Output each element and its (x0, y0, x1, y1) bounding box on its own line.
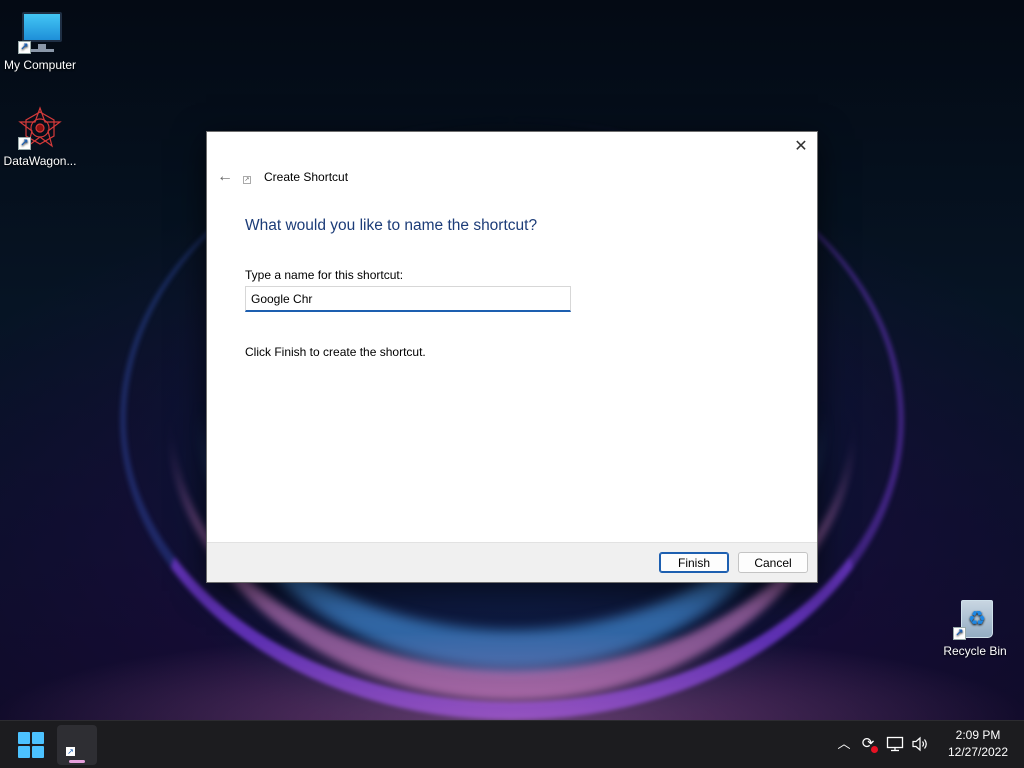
chevron-up-icon[interactable]: ︿ (834, 734, 854, 754)
shortcut-arrow-icon: ↗ (18, 137, 31, 150)
desktop-icon-my-computer[interactable]: ↗ My Computer (0, 10, 80, 72)
taskbar: ↗ ︿ ⟳ 2:09 PM 12/27/2022 (0, 720, 1024, 768)
desktop-icon-label: Recycle Bin (943, 644, 1007, 658)
clock-time: 2:09 PM (955, 728, 1001, 742)
shortcut-arrow-icon: ↗ (66, 747, 75, 756)
sync-icon[interactable]: ⟳ (858, 734, 878, 754)
shortcut-name-input[interactable] (245, 286, 571, 312)
desktop-icon-recycle-bin[interactable]: ♻ ↗ Recycle Bin (935, 596, 1015, 658)
monitor-icon: ↗ (18, 10, 62, 54)
finish-button[interactable]: Finish (659, 552, 729, 573)
cancel-button[interactable]: Cancel (738, 552, 808, 573)
clock-date: 12/27/2022 (947, 745, 1009, 759)
close-button[interactable]: ✕ (785, 132, 817, 160)
create-shortcut-dialog: ✕ ← ↗ Create Shortcut What would you lik… (206, 131, 818, 583)
taskbar-app-create-shortcut[interactable]: ↗ (57, 725, 97, 765)
wizard-title: Create Shortcut (264, 170, 349, 184)
desktop-icon-label: DataWagon... (3, 154, 77, 168)
back-arrow-icon: ← (217, 168, 233, 185)
close-icon: ✕ (794, 138, 808, 155)
windows-start-icon[interactable] (18, 732, 44, 758)
desktop-icon-label: My Computer (3, 58, 77, 72)
desktop-icon-datawagon[interactable]: ↗ DataWagon... (0, 106, 80, 168)
network-icon[interactable] (885, 734, 905, 754)
shortcut-arrow-icon: ↗ (953, 627, 966, 640)
shortcut-wizard-icon: ↗ (243, 176, 251, 184)
volume-icon[interactable] (910, 734, 930, 754)
datawagon-app-icon: ↗ (18, 106, 62, 150)
dialog-footer: Finish Cancel (207, 542, 817, 582)
page-heading: What would you like to name the shortcut… (245, 217, 538, 234)
shortcut-arrow-icon: ↗ (18, 41, 31, 54)
finish-hint-text: Click Finish to create the shortcut. (245, 345, 426, 359)
active-app-indicator (69, 760, 85, 763)
error-badge (871, 746, 878, 753)
shortcut-name-label: Type a name for this shortcut: (245, 268, 404, 282)
recycle-bin-icon: ♻ ↗ (953, 596, 997, 640)
wallpaper-glow (0, 560, 1024, 720)
back-button[interactable]: ← (213, 166, 237, 188)
taskbar-clock[interactable]: 2:09 PM 12/27/2022 (938, 727, 1018, 761)
